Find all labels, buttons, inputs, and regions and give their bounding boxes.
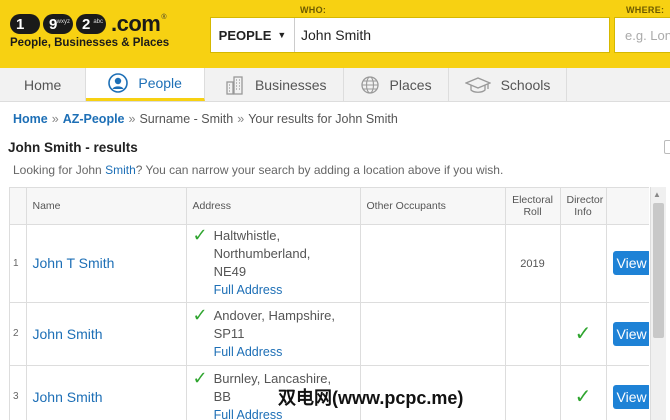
breadcrumb-separator: » (51, 112, 59, 126)
logo-digit-2: 2 abc (76, 14, 106, 34)
tab-businesses[interactable]: Businesses (205, 68, 344, 101)
tab-businesses-label: Businesses (254, 76, 327, 93)
globe-icon (360, 75, 380, 95)
person-icon (108, 73, 129, 93)
who-search-input[interactable] (295, 18, 609, 52)
electoral-year: 2019 (520, 258, 545, 270)
address-cell: ✓ Andover, Hampshire, SP11 Full Address (186, 302, 361, 366)
table-row: 2 John Smith ✓ Andover, Hampshire, SP11 … (10, 302, 649, 366)
col-header-actions (606, 188, 649, 225)
action-cell: View (606, 224, 649, 303)
search-type-label: PEOPLE (218, 27, 272, 43)
occupants-cell (360, 302, 506, 366)
name-cell: John Smith (26, 302, 187, 366)
row-number: 3 (10, 365, 27, 420)
director-cell: ✓ (560, 302, 607, 366)
info-suffix: ? You can narrow your search by adding a… (135, 163, 504, 177)
breadcrumb: Home» AZ-People» Surname - Smith» Your resu… (13, 112, 398, 126)
action-cell: View (606, 365, 649, 420)
director-cell: ✓ (560, 365, 607, 420)
col-header-num (10, 188, 27, 225)
check-icon: ✓ (192, 367, 208, 388)
tab-home-label: Home (24, 76, 62, 93)
name-cell: John Smith (26, 365, 187, 420)
tab-places[interactable]: Places (344, 68, 449, 101)
action-cell: View (606, 302, 649, 366)
tab-people-label: People (138, 75, 182, 91)
logo-trademark: ® (161, 14, 167, 21)
breadcrumb-separator: » (237, 112, 245, 126)
logo-digit-1: 1 (10, 14, 40, 34)
address-cell: ✓ Haltwhistle, Northumberland, NE49 Full… (186, 224, 361, 303)
check-icon: ✓ (192, 304, 208, 325)
row-number: 2 (10, 302, 27, 366)
view-button[interactable]: View (612, 251, 649, 275)
where-field (614, 17, 670, 53)
info-highlight: Smith (105, 163, 136, 177)
electoral-cell: 2019 (505, 224, 561, 303)
page-title: John Smith - results (8, 140, 138, 155)
view-button[interactable]: View (612, 321, 649, 346)
person-name-link[interactable]: John T Smith (33, 255, 115, 271)
who-label: WHO: (300, 5, 327, 15)
where-search-input[interactable] (615, 18, 670, 52)
electoral-cell (505, 302, 561, 366)
site-logo[interactable]: 1 9 wxyz 2 abc .com ® People, Businesses &… (10, 11, 200, 56)
breadcrumb-current: Your results for John Smith (248, 112, 398, 126)
col-header-name[interactable]: Name (26, 188, 187, 225)
logo-com: .com (111, 11, 161, 36)
dropdown-caret-icon: ▼ (277, 30, 287, 40)
tab-schools[interactable]: Schools (449, 68, 568, 101)
breadcrumb-separator: » (128, 112, 136, 126)
row-number: 1 (10, 224, 27, 303)
person-name-link[interactable]: John Smith (33, 389, 103, 405)
address-line: Andover, Hampshire, (213, 307, 335, 323)
search-bar: PEOPLE ▼ (210, 17, 610, 53)
col-header-electoral[interactable]: Electoral Roll (505, 188, 561, 225)
scrollbar-thumb[interactable] (653, 203, 664, 338)
search-type-select[interactable]: PEOPLE ▼ (211, 18, 295, 52)
full-address-link[interactable]: Full Address (214, 281, 311, 299)
person-name-link[interactable]: John Smith (33, 326, 103, 342)
results-info: Looking for John Smith? You can narrow y… (13, 163, 503, 177)
side-checkbox[interactable] (664, 140, 670, 154)
director-check-icon: ✓ (574, 386, 592, 408)
mortarboard-icon (464, 75, 491, 95)
breadcrumb-az-people[interactable]: AZ-People (63, 112, 125, 126)
address-line: SP11 (213, 325, 245, 341)
main-nav: Home People Businesses Places Schools (0, 68, 670, 102)
info-prefix: Looking for John (13, 163, 106, 177)
buildings-icon (225, 75, 245, 95)
full-address-link[interactable]: Full Address (214, 343, 335, 361)
director-check-icon: ✓ (574, 323, 592, 345)
address-line: Haltwhistle, (213, 228, 281, 243)
table-header-row: Name Address Other Occupants Electoral Ro… (10, 188, 649, 225)
address-line: NE49 (213, 264, 247, 279)
col-header-director[interactable]: Director Info (560, 188, 607, 225)
site-header: 1 9 wxyz 2 abc .com ® People, Businesses &… (0, 0, 670, 68)
view-button[interactable]: View (612, 384, 649, 409)
director-cell (560, 224, 607, 303)
col-header-address[interactable]: Address (186, 188, 361, 225)
logo-tagline: People, Businesses & Places (10, 37, 170, 49)
address-line: Northumberland, (213, 246, 311, 261)
scroll-up-arrow-icon[interactable]: ▲ (653, 190, 661, 199)
breadcrumb-surname: Surname - Smith (139, 112, 234, 126)
logo-digit-9: 9 wxyz (43, 14, 73, 34)
breadcrumb-home[interactable]: Home (13, 112, 48, 126)
col-header-occupants[interactable]: Other Occupants (360, 188, 506, 225)
occupants-cell (360, 224, 506, 303)
where-label: WHERE: (626, 5, 665, 15)
check-icon: ✓ (192, 225, 208, 245)
tab-people[interactable]: People (86, 68, 205, 101)
tab-places-label: Places (389, 76, 432, 93)
tab-home[interactable]: Home (0, 68, 87, 101)
name-cell: John T Smith (26, 224, 187, 303)
electoral-cell (505, 365, 561, 420)
table-row: 1 John T Smith ✓ Haltwhistle, Northumber… (10, 224, 649, 303)
scrollbar[interactable]: ▲ (650, 187, 666, 420)
tab-schools-label: Schools (500, 76, 551, 93)
watermark: 双电网(www.pcpc.me) (278, 388, 464, 408)
